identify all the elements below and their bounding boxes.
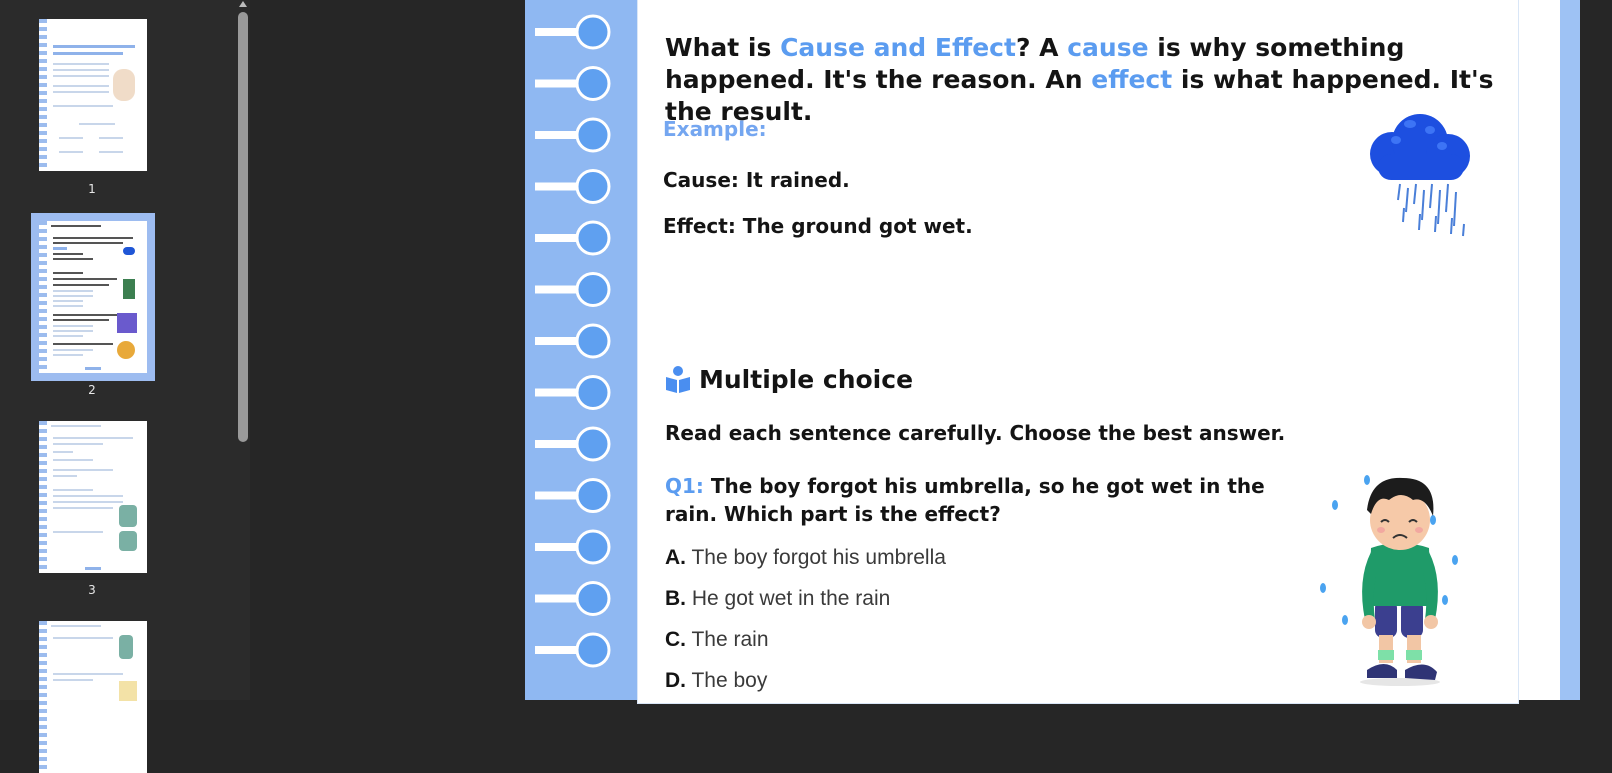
page-thumbnail-4[interactable] bbox=[39, 621, 147, 773]
spiral-ring bbox=[575, 220, 611, 256]
page-number-3: 3 bbox=[88, 583, 96, 597]
scrollbar-thumb[interactable] bbox=[238, 12, 248, 442]
spiral-ring bbox=[575, 478, 611, 513]
page-number-2: 2 bbox=[88, 383, 96, 397]
spiral-binding bbox=[525, 0, 639, 700]
sidebar-scrollbar[interactable] bbox=[236, 0, 250, 700]
page-border-right bbox=[1560, 0, 1580, 700]
answer-option-d[interactable]: D. The boy bbox=[665, 669, 767, 693]
answer-option-c[interactable]: C. The rain bbox=[665, 628, 769, 652]
page-number-1: 1 bbox=[88, 182, 96, 196]
cause-line: Cause: It rained. bbox=[663, 168, 850, 192]
answer-option-a[interactable]: A. The boy forgot his umbrella bbox=[665, 546, 946, 570]
question-number: Q1: bbox=[665, 474, 704, 498]
spiral-ring bbox=[575, 375, 611, 410]
spiral-ring bbox=[575, 426, 611, 462]
highlight-cause-and-effect: Cause and Effect bbox=[780, 33, 1016, 62]
sad-boy-illustration bbox=[1320, 475, 1458, 686]
question-text: The boy forgot his umbrella, so he got w… bbox=[665, 474, 1265, 526]
spiral-ring bbox=[575, 272, 611, 307]
page-thumbnail-3[interactable] bbox=[39, 421, 147, 573]
highlight-cause: cause bbox=[1067, 33, 1149, 62]
document-page: What is Cause and Effect? A cause is why… bbox=[525, 0, 1580, 704]
page-thumbnail-2[interactable] bbox=[39, 221, 147, 373]
spiral-ring bbox=[575, 581, 611, 616]
instructions-text: Read each sentence carefully. Choose the… bbox=[665, 421, 1286, 445]
thumbnail-sidebar: 1 2 3 bbox=[0, 0, 236, 773]
spiral-ring bbox=[575, 529, 611, 565]
page-thumbnail-1[interactable] bbox=[39, 19, 147, 171]
spiral-ring bbox=[575, 323, 611, 359]
scroll-up-arrow-icon[interactable] bbox=[239, 1, 247, 7]
book-reader-icon bbox=[666, 365, 690, 393]
spiral-ring bbox=[575, 169, 611, 204]
section-heading-multiple-choice: Multiple choice bbox=[665, 365, 913, 394]
spiral-ring bbox=[575, 632, 611, 668]
spiral-ring bbox=[575, 117, 611, 153]
example-label: Example: bbox=[663, 117, 767, 141]
answer-option-b[interactable]: B. He got wet in the rain bbox=[665, 587, 890, 611]
question-1: Q1: The boy forgot his umbrella, so he g… bbox=[665, 472, 1265, 528]
spiral-ring bbox=[575, 14, 611, 50]
spiral-ring bbox=[575, 66, 611, 101]
section-title: Multiple choice bbox=[699, 365, 914, 394]
rain-cloud-icon bbox=[1370, 114, 1470, 237]
highlight-effect: effect bbox=[1091, 65, 1173, 94]
effect-line: Effect: The ground got wet. bbox=[663, 214, 973, 238]
